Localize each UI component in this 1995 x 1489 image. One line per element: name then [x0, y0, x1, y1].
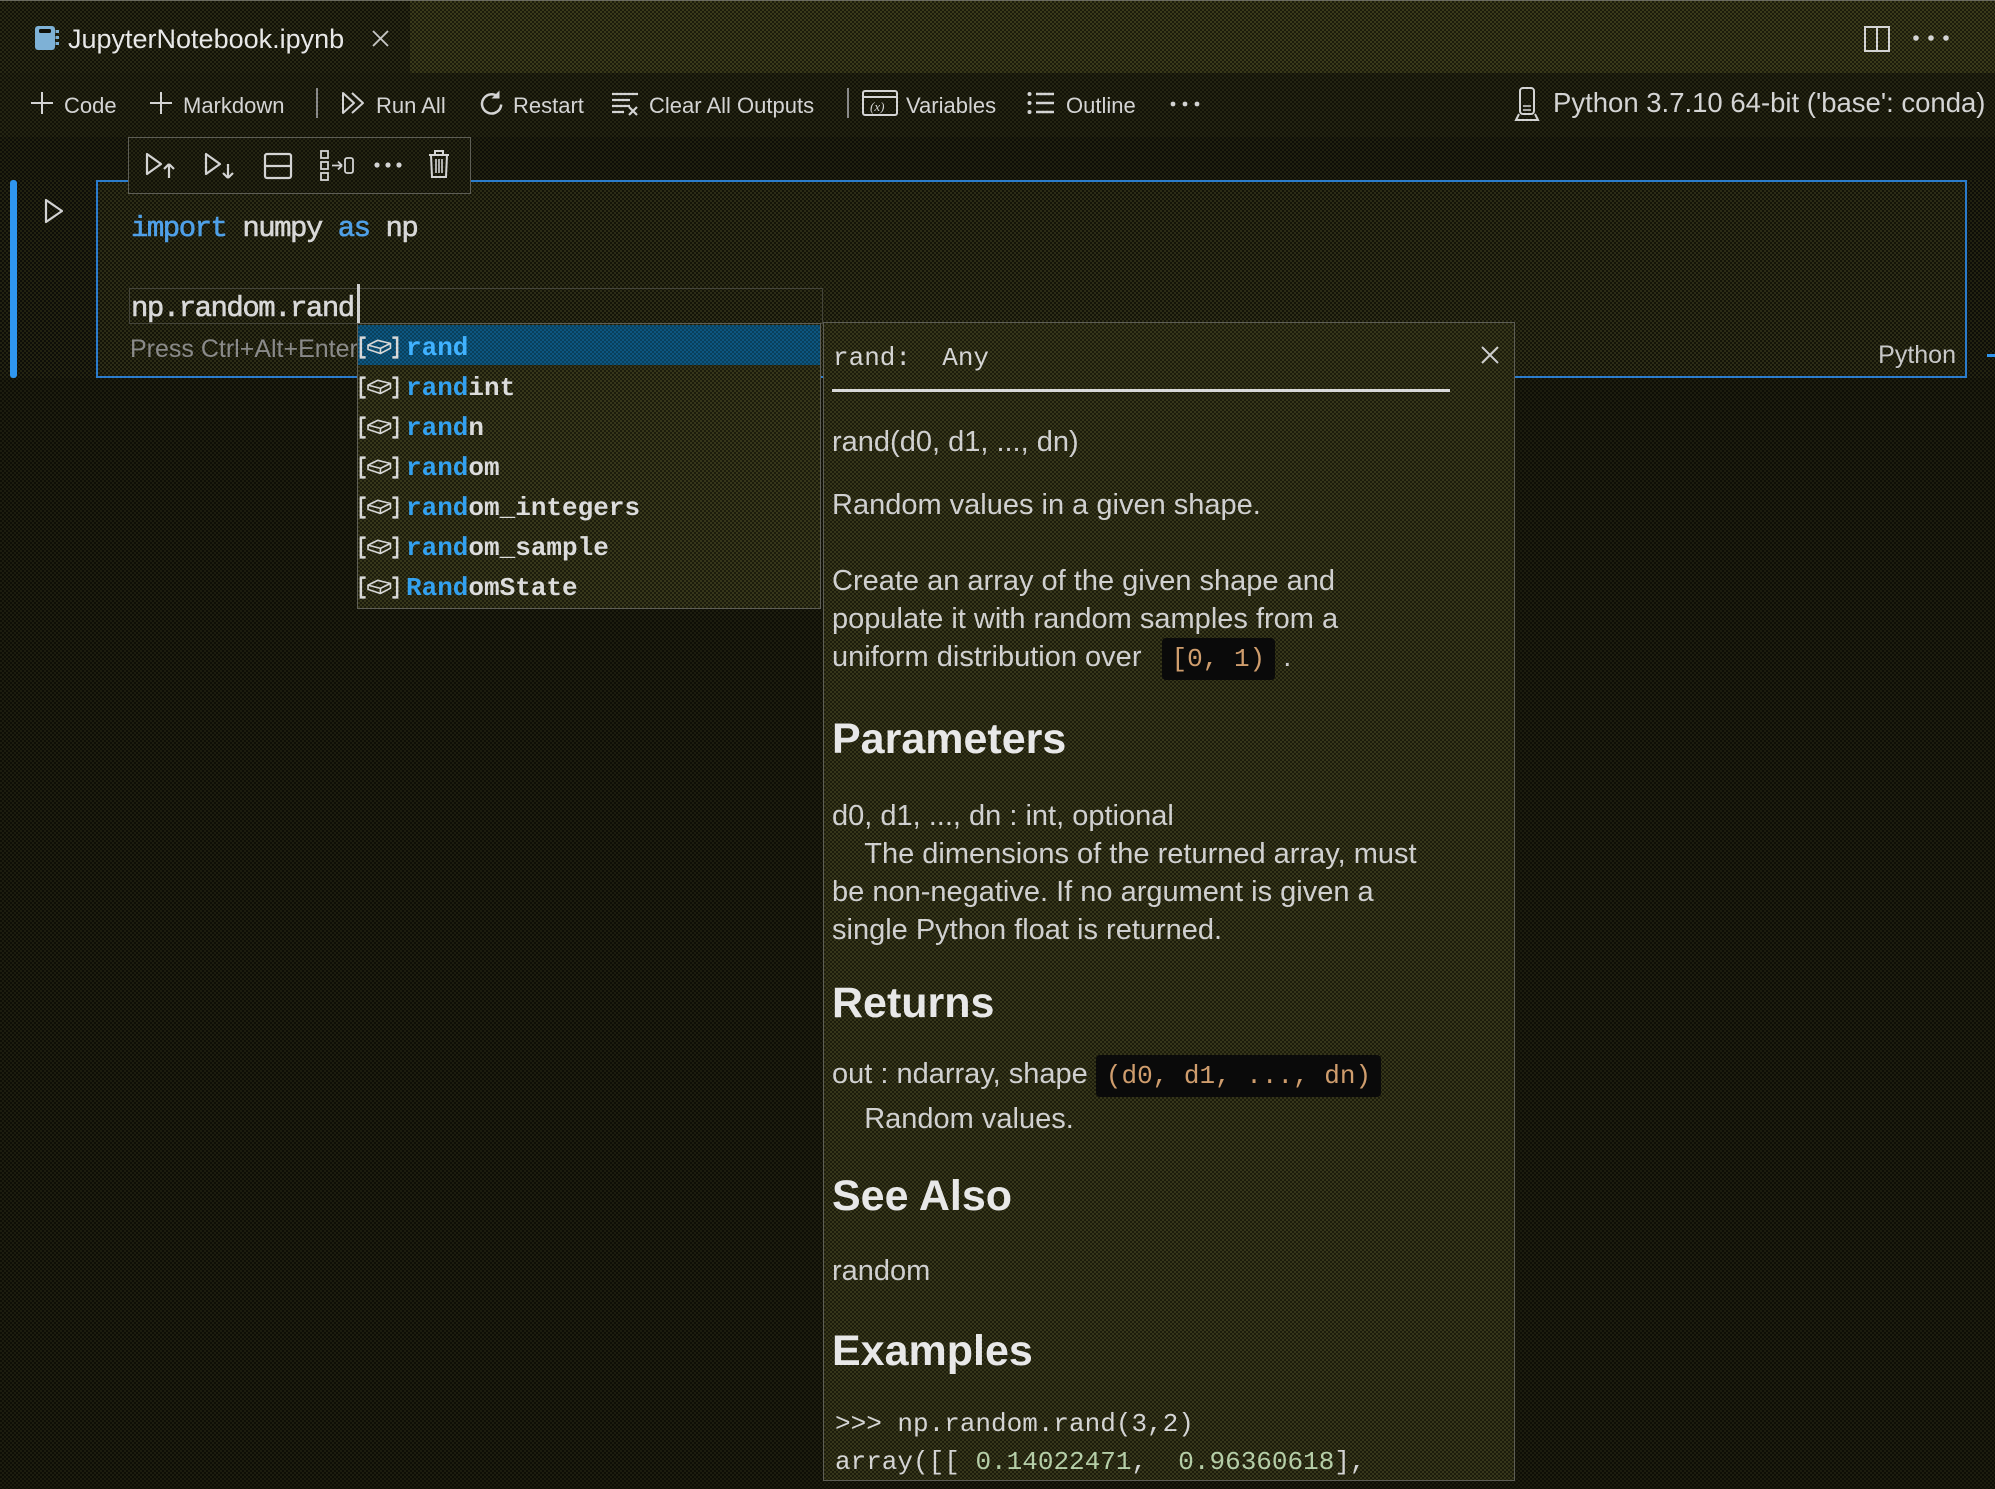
svg-text:(x): (x)	[870, 99, 884, 114]
